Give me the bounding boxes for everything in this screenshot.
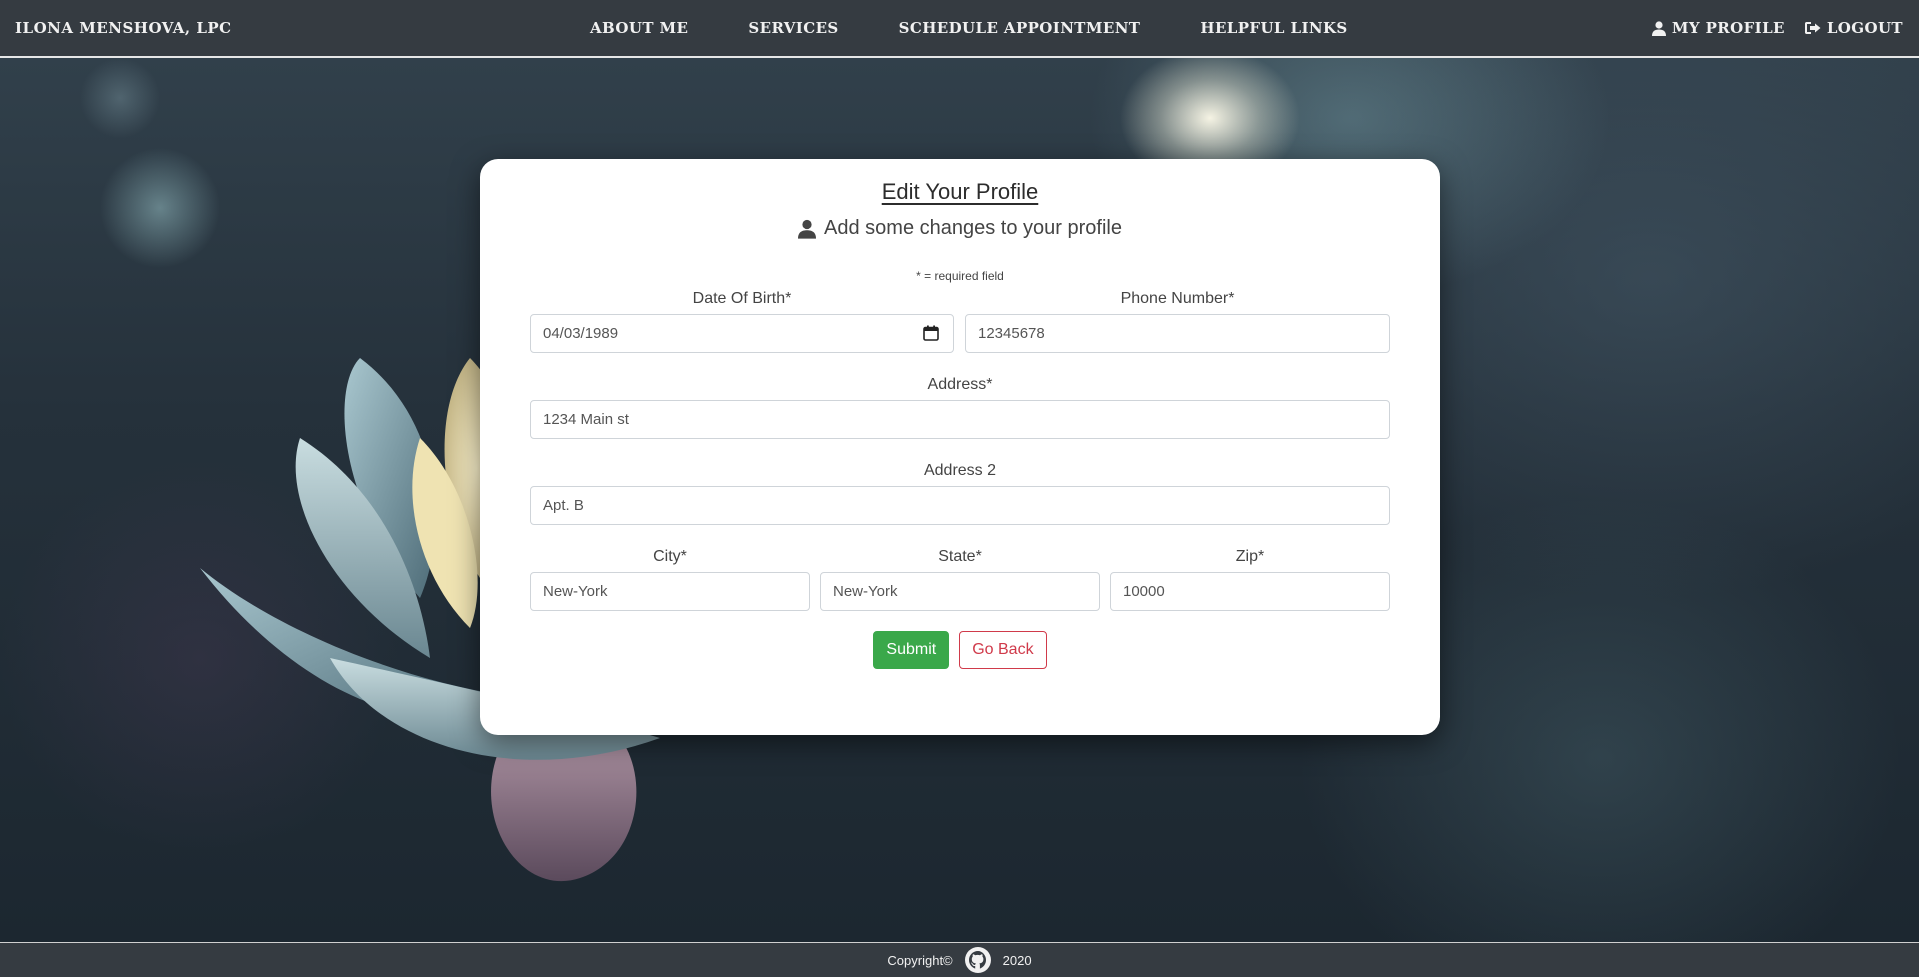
zip-input[interactable]: 10000 xyxy=(1110,572,1390,611)
copyright-text: Copyright© xyxy=(887,952,953,968)
edit-profile-card: Edit Your Profile Add some changes to yo… xyxy=(480,159,1440,735)
nav-my-profile[interactable]: MY PROFILE xyxy=(1651,19,1785,37)
zip-label: Zip* xyxy=(1235,548,1265,565)
address2-value: Apt. B xyxy=(543,497,584,514)
nav-helpful-links[interactable]: HELPFUL LINKS xyxy=(1200,19,1347,37)
form-actions: Submit Go Back xyxy=(480,631,1440,669)
go-back-button[interactable]: Go Back xyxy=(959,631,1047,669)
github-link[interactable] xyxy=(964,947,991,973)
phone-value: 12345678 xyxy=(978,325,1045,342)
page-title: Edit Your Profile xyxy=(881,179,1039,204)
nav-logout[interactable]: LOGOUT xyxy=(1804,19,1903,37)
phone-label: Phone Number* xyxy=(1120,290,1235,307)
zip-group: Zip* 10000 xyxy=(1110,548,1390,611)
state-label: State* xyxy=(938,548,982,565)
city-input[interactable]: New-York xyxy=(530,572,810,611)
submit-button[interactable]: Submit xyxy=(873,631,950,669)
address2-input[interactable]: Apt. B xyxy=(530,486,1390,525)
phone-input[interactable]: 12345678 xyxy=(965,314,1390,353)
city-group: City* New-York xyxy=(530,548,810,611)
phone-group: Phone Number* 12345678 xyxy=(965,290,1390,353)
copyright-year: 2020 xyxy=(1002,952,1032,968)
dob-label: Date Of Birth* xyxy=(692,290,792,307)
sign-out-icon xyxy=(1804,22,1821,34)
nav-about-me[interactable]: ABOUT ME xyxy=(590,19,688,37)
dob-value: 04/03/1989 xyxy=(543,325,619,342)
calendar-icon[interactable] xyxy=(923,325,939,341)
user-icon xyxy=(1651,20,1666,36)
user-icon xyxy=(798,219,817,239)
dob-group: Date Of Birth* 04/03/1989 xyxy=(530,290,954,353)
state-value: New-York xyxy=(833,583,898,600)
page-footer: Copyright© 2020 xyxy=(0,942,1919,977)
address2-label: Address 2 xyxy=(923,462,997,479)
required-field-note: * = required field xyxy=(916,269,1004,283)
user-nav: MY PROFILE LOGOUT xyxy=(1651,19,1903,37)
address-input[interactable]: 1234 Main st xyxy=(530,400,1390,439)
address2-group: Address 2 Apt. B xyxy=(530,462,1390,525)
nav-services[interactable]: SERVICES xyxy=(748,19,838,37)
city-label: City* xyxy=(653,548,687,565)
github-icon xyxy=(968,951,986,969)
state-group: State* New-York xyxy=(820,548,1100,611)
address-label: Address* xyxy=(927,376,993,393)
logout-label: LOGOUT xyxy=(1826,19,1903,37)
my-profile-label: MY PROFILE xyxy=(1671,19,1785,37)
address-group: Address* 1234 Main st xyxy=(530,376,1390,439)
brand-logo-text[interactable]: ILONA MENSHOVA, LPC xyxy=(15,19,232,37)
subtitle-text: Add some changes to your profile xyxy=(824,217,1122,239)
address-value: 1234 Main st xyxy=(543,411,629,428)
dob-input[interactable]: 04/03/1989 xyxy=(530,314,954,353)
page-subtitle: Add some changes to your profile xyxy=(480,217,1440,240)
nav-schedule-appointment[interactable]: SCHEDULE APPOINTMENT xyxy=(899,19,1141,37)
zip-value: 10000 xyxy=(1123,583,1165,600)
main-nav: ABOUT ME SERVICES SCHEDULE APPOINTMENT H… xyxy=(590,19,1348,37)
city-value: New-York xyxy=(543,583,608,600)
state-input[interactable]: New-York xyxy=(820,572,1100,611)
top-navbar: ILONA MENSHOVA, LPC ABOUT ME SERVICES SC… xyxy=(0,0,1919,58)
